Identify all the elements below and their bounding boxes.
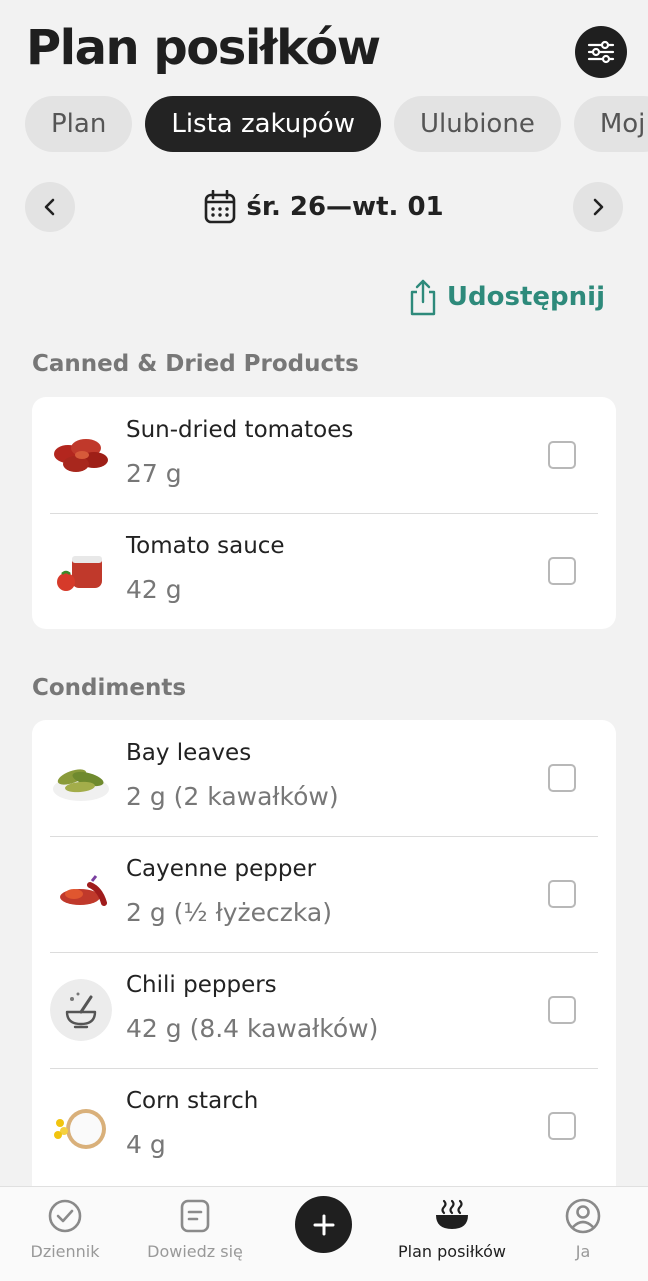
tab-shopping-list[interactable]: Lista zakupów bbox=[145, 96, 381, 152]
item-name: Cayenne pepper bbox=[126, 856, 317, 882]
item-name: Chili peppers bbox=[126, 972, 277, 998]
nav-label: Ja bbox=[575, 1242, 591, 1261]
item-name: Tomato sauce bbox=[126, 533, 285, 559]
date-range[interactable]: śr. 26—wt. 01 bbox=[25, 182, 623, 232]
nav-item-meal-plan[interactable]: Plan posiłków bbox=[387, 1187, 517, 1281]
nav-item-diary[interactable]: Dziennik bbox=[0, 1187, 130, 1281]
note-icon bbox=[180, 1199, 210, 1233]
share-button[interactable]: Udostępnij bbox=[409, 278, 605, 316]
nav-item-learn[interactable]: Dowiedz się bbox=[130, 1187, 260, 1281]
tab-favorites[interactable]: Ulubione bbox=[393, 96, 561, 152]
share-label: Udostępnij bbox=[446, 282, 605, 312]
nav-item-me[interactable]: Ja bbox=[518, 1187, 648, 1281]
chevron-right-icon bbox=[593, 198, 604, 216]
calendar-icon bbox=[205, 190, 236, 224]
plus-icon bbox=[313, 1214, 334, 1235]
item-name: Corn starch bbox=[126, 1088, 259, 1114]
date-navigator: śr. 26—wt. 01 bbox=[25, 182, 623, 232]
tab-my[interactable]: Moj bbox=[573, 96, 648, 152]
list-item[interactable]: Chili peppers 42 g (8.4 kawałków) bbox=[32, 952, 616, 1068]
section-title-condiments: Condiments bbox=[32, 675, 187, 701]
item-checkbox[interactable] bbox=[548, 441, 576, 469]
item-quantity: 42 g bbox=[126, 575, 182, 604]
tab-plan[interactable]: Plan bbox=[25, 96, 133, 152]
share-icon bbox=[410, 279, 436, 316]
check-circle-icon bbox=[48, 1199, 82, 1233]
list-item[interactable]: Tomato sauce 42 g bbox=[32, 513, 616, 629]
list-item[interactable]: Bay leaves 2 g (2 kawałków) bbox=[32, 720, 616, 836]
nav-label: Plan posiłków bbox=[398, 1242, 506, 1261]
item-quantity: 2 g (½ łyżeczka) bbox=[126, 898, 332, 927]
bay-leaves-image bbox=[50, 747, 112, 809]
cayenne-pepper-image bbox=[50, 863, 112, 925]
nav-label: Dziennik bbox=[30, 1242, 100, 1261]
sliders-icon bbox=[587, 40, 615, 64]
add-button[interactable] bbox=[295, 1196, 352, 1253]
tab-bar: Plan Lista zakupów Ulubione Moj bbox=[25, 96, 648, 152]
profile-icon bbox=[565, 1198, 601, 1234]
page-title: Plan posiłków bbox=[26, 20, 381, 76]
tomato-sauce-image bbox=[50, 540, 112, 602]
item-checkbox[interactable] bbox=[548, 557, 576, 585]
item-checkbox[interactable] bbox=[548, 1112, 576, 1140]
list-item[interactable]: Corn starch 4 g bbox=[32, 1068, 616, 1184]
item-quantity: 2 g (2 kawałków) bbox=[126, 782, 339, 811]
item-name: Bay leaves bbox=[126, 740, 252, 766]
next-week-button[interactable] bbox=[573, 182, 623, 232]
sun-dried-tomatoes-image bbox=[50, 424, 112, 486]
item-name: Sun-dried tomatoes bbox=[126, 417, 354, 443]
item-checkbox[interactable] bbox=[548, 764, 576, 792]
list-item[interactable]: Sun-dried tomatoes 27 g bbox=[32, 397, 616, 513]
date-range-label: śr. 26—wt. 01 bbox=[246, 192, 444, 222]
meal-bowl-icon bbox=[436, 1199, 468, 1229]
filter-settings-button[interactable] bbox=[575, 26, 627, 78]
corn-starch-image bbox=[50, 1095, 112, 1157]
item-checkbox[interactable] bbox=[548, 880, 576, 908]
item-checkbox[interactable] bbox=[548, 996, 576, 1024]
list-item[interactable]: Cayenne pepper 2 g (½ łyżeczka) bbox=[32, 836, 616, 952]
item-quantity: 4 g bbox=[126, 1130, 166, 1159]
shopping-section-condiments: Bay leaves 2 g (2 kawałków) Cayenne pepp… bbox=[32, 720, 616, 1200]
item-quantity: 27 g bbox=[126, 459, 182, 488]
mortar-pestle-icon bbox=[50, 979, 112, 1041]
item-quantity: 42 g (8.4 kawałków) bbox=[126, 1014, 379, 1043]
shopping-section-canned: Sun-dried tomatoes 27 g Tomato sauce 42 … bbox=[32, 397, 616, 629]
nav-label: Dowiedz się bbox=[147, 1242, 243, 1261]
section-title-canned: Canned & Dried Products bbox=[32, 351, 359, 377]
